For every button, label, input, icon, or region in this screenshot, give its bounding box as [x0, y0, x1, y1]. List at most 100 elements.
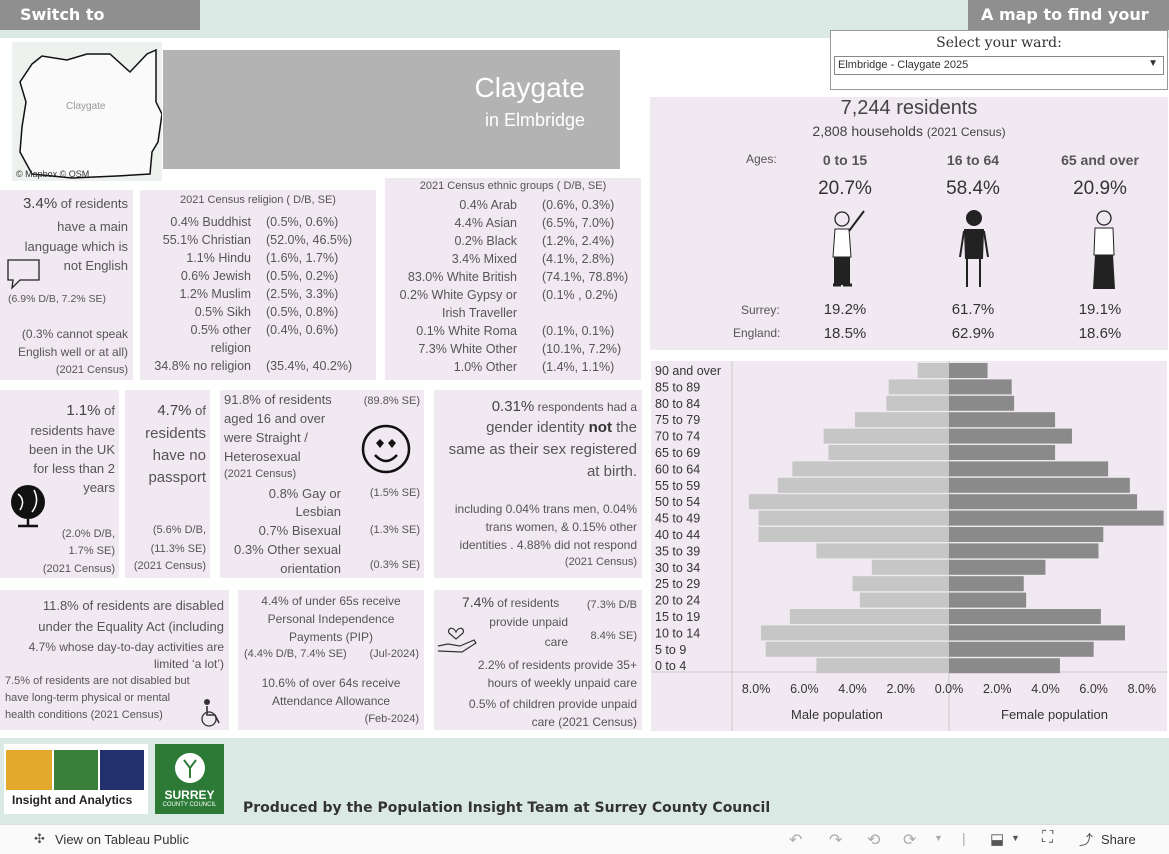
carers-c2: 8.4% SE) — [590, 630, 637, 642]
pip-panel: 4.4% of under 65s receive Personal Indep… — [238, 590, 424, 730]
fullscreen-icon[interactable]: ⛶ — [1042, 829, 1053, 847]
language-note2: English well or at all) — [17, 345, 128, 359]
ward-label: Select your ward: — [936, 35, 1062, 51]
male-bar — [917, 363, 949, 378]
female-tick-label: 8.0% — [1128, 682, 1157, 696]
age-group-0-15: 0 to 15 — [822, 152, 868, 168]
ethnic-comparison: (0.1% , 0.2%) — [542, 288, 618, 302]
female-bar — [949, 395, 1015, 411]
age-band-label: 5 to 9 — [655, 643, 686, 657]
time-in-uk-panel: 1.1% of residents have been in the UK fo… — [0, 390, 119, 578]
disabled-l4: limited ‘a lot’) — [153, 657, 224, 671]
revert-icon[interactable]: ⟲ — [867, 830, 880, 850]
ethnic-label: 1.0% Other — [453, 360, 517, 374]
gender-line2: gender identity not the — [486, 419, 637, 436]
female-bar — [949, 559, 1046, 575]
ethnic-comparison: (1.2%, 2.4%) — [542, 234, 615, 248]
tableau-logo-icon: ✣ — [34, 831, 45, 846]
age-band-label: 50 to 54 — [655, 495, 700, 509]
ethnic-label: 83.0% White British — [407, 270, 517, 284]
male-bar — [758, 510, 949, 526]
ethnic-comparison: (6.5%, 7.0%) — [542, 216, 615, 230]
age-band-label: 55 to 59 — [655, 479, 700, 493]
orient-l1: 91.8% of residents — [224, 392, 332, 407]
carers-l1: of residents — [497, 596, 560, 610]
male-bar — [854, 412, 949, 428]
people-network-icon — [6, 750, 52, 790]
religion-label: 0.4% Buddhist — [170, 215, 251, 229]
disabled-l3: 4.7% whose day-to-day activities are — [28, 640, 224, 654]
uk-line5: years — [83, 480, 115, 495]
religion-comparison: (0.5%, 0.8%) — [266, 305, 339, 319]
language-line2: have a main — [57, 219, 128, 234]
view-on-tableau-link[interactable]: View on Tableau Public — [55, 832, 189, 847]
surrey-65-over: 19.1% — [1078, 301, 1122, 318]
gender-l2b: not — [588, 419, 612, 436]
share-icon[interactable]: ⤴ — [1079, 830, 1093, 850]
female-bar — [949, 494, 1138, 510]
uk-l1: of — [104, 403, 115, 418]
download-chevron-icon[interactable]: ▼ — [1011, 833, 1020, 843]
ethnic-label: 0.4% Arab — [459, 198, 517, 212]
orient-bi: 0.7% Bisexual — [258, 523, 341, 538]
language-pct: 3.4% — [22, 195, 58, 212]
smiley-heart-eyes-icon — [361, 424, 411, 474]
redo-icon[interactable]: ↷ — [829, 830, 842, 850]
gender-identity-panel: 0.31% respondents had a gender identity … — [434, 390, 642, 578]
refresh-chevron-icon[interactable]: ▼ — [934, 833, 943, 843]
age-band-label: 20 to 24 — [655, 594, 700, 608]
insight-analytics-logo: Insight and Analytics — [4, 744, 148, 814]
religion-panel: 2021 Census religion ( D/B, SE) 0.4% Bud… — [140, 190, 376, 380]
undo-icon[interactable]: ↶ — [789, 830, 802, 850]
download-icon[interactable]: ⬓ — [990, 830, 1004, 848]
insight-analytics-text: Insight and Analytics — [12, 793, 133, 807]
gender-note4: (2021 Census) — [564, 556, 637, 568]
language-panel: 3.4% of residents have a main language w… — [0, 190, 133, 380]
male-bar — [765, 641, 949, 657]
surrey-text: SURREY — [164, 788, 215, 802]
share-button[interactable]: Share — [1101, 832, 1136, 847]
carers-c1: (7.3% D/B — [586, 599, 637, 611]
surrey-label: Surrey: — [741, 303, 780, 317]
map-attribution: © Mapbox © OSM — [16, 169, 90, 179]
switch-to-behaviours-button[interactable]: Switch to behaviours — [0, 0, 200, 54]
ward-map[interactable]: Claygate © Mapbox © OSM — [12, 42, 163, 181]
age-band-label: 45 to 49 — [655, 512, 700, 526]
carers-panel: 7.4% of residents provide unpaid care (7… — [434, 590, 642, 730]
religion-label: 0.6% Jewish — [180, 269, 251, 283]
male-bar — [852, 576, 949, 592]
orient-gay1: 0.8% Gay or — [268, 486, 341, 501]
gender-pct: 0.31% — [491, 398, 535, 415]
female-bar — [949, 576, 1024, 592]
uk-comp3: (2021 Census) — [42, 563, 115, 575]
district-title: in Elmbridge — [484, 110, 585, 130]
uk-pct: 1.1% — [66, 402, 101, 419]
refresh-icon[interactable]: ⟳ — [903, 830, 916, 850]
ward-dropdown[interactable]: Elmbridge - Claygate 2025 ▼ — [834, 56, 1164, 75]
female-bar — [949, 477, 1130, 493]
male-bar — [859, 592, 949, 608]
age-value-16-64: 58.4% — [946, 178, 1000, 199]
ethnic-comparison: (0.1%, 0.1%) — [542, 324, 615, 338]
religion-comparison: (52.0%, 46.5%) — [266, 233, 353, 247]
male-bar — [816, 658, 949, 674]
male-bar — [886, 395, 949, 411]
language-line1: 3.4% of residents — [23, 195, 128, 212]
disabled-note3: health conditions (2021 Census) — [5, 709, 163, 721]
gender-line4: at birth. — [586, 463, 637, 480]
male-bar — [748, 494, 949, 510]
carers-n3: 0.5% of children provide unpaid — [468, 697, 637, 711]
age-band-label: 80 to 84 — [655, 397, 700, 411]
ethnic-label: 0.1% White Roma — [416, 324, 517, 338]
uk-line2: residents have — [30, 423, 115, 438]
religion-label: 1.1% Hindu — [186, 251, 251, 265]
age-band-label: 90 and over — [655, 364, 721, 378]
gender-l2c: the — [611, 419, 637, 436]
age-band-label: 0 to 4 — [655, 659, 686, 673]
orient-se3: (1.3% SE) — [369, 524, 420, 536]
carers-l2: provide unpaid — [489, 615, 568, 629]
surrey-16-64: 61.7% — [951, 301, 995, 318]
religion-comparison: (1.6%, 1.7%) — [266, 251, 339, 265]
map-find-area-button[interactable]: A map to find your area — [968, 0, 1169, 54]
surrey-cc-logo: SURREY COUNTY COUNCIL — [155, 744, 224, 814]
